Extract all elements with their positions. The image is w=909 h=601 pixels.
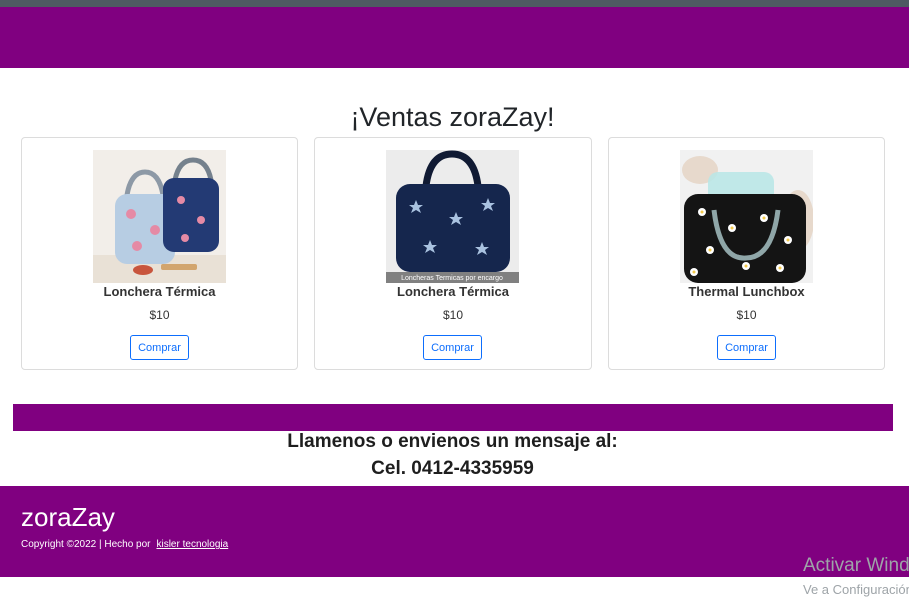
- product-card: Loncheras Termicas por encargo Lonchera …: [314, 137, 592, 370]
- product-image-daisy-lunchbox: [680, 150, 813, 283]
- product-image-floral-lunchbox: [93, 150, 226, 283]
- contact-message: Llamenos o envienos un mensaje al:: [287, 431, 618, 452]
- page-title: ¡Ventas zoraZay!: [350, 102, 555, 132]
- footer: zoraZay Copyright ©2022 | Hecho por kisle…: [0, 486, 909, 577]
- product-card: Lonchera Térmica $10 Comprar: [21, 137, 298, 370]
- buy-button[interactable]: Comprar: [130, 335, 189, 360]
- product-card: Thermal Lunchbox $10 Comprar: [608, 137, 885, 370]
- header-band: [0, 7, 909, 68]
- buy-button[interactable]: Comprar: [717, 335, 776, 360]
- browser-top-strip: [0, 0, 909, 7]
- footer-brand: zoraZay: [21, 502, 115, 532]
- windows-activation-subtitle: Ve a Configuración: [803, 582, 909, 597]
- product-image-star-lunchbox: Loncheras Termicas por encargo: [386, 150, 519, 283]
- author-link[interactable]: kisler tecnologia: [156, 539, 228, 550]
- contact-phone: Cel. 0412-4335959: [371, 458, 534, 479]
- product-price: $10: [736, 308, 757, 322]
- product-title: Lonchera Térmica: [103, 284, 216, 299]
- product-price: $10: [149, 308, 170, 322]
- copyright-text: Copyright ©2022 | Hecho por kisler tecnol…: [21, 539, 228, 550]
- image-caption: Loncheras Termicas por encargo: [401, 275, 503, 282]
- windows-activation-title: Activar Windows: [803, 555, 909, 576]
- product-price: $10: [442, 308, 464, 322]
- buy-button[interactable]: Comprar: [423, 335, 482, 360]
- product-title: Lonchera Térmica: [397, 284, 509, 299]
- contact-band: [13, 404, 893, 431]
- copyright-label: Copyright ©2022 | Hecho por: [21, 539, 151, 550]
- product-title: Thermal Lunchbox: [688, 284, 805, 299]
